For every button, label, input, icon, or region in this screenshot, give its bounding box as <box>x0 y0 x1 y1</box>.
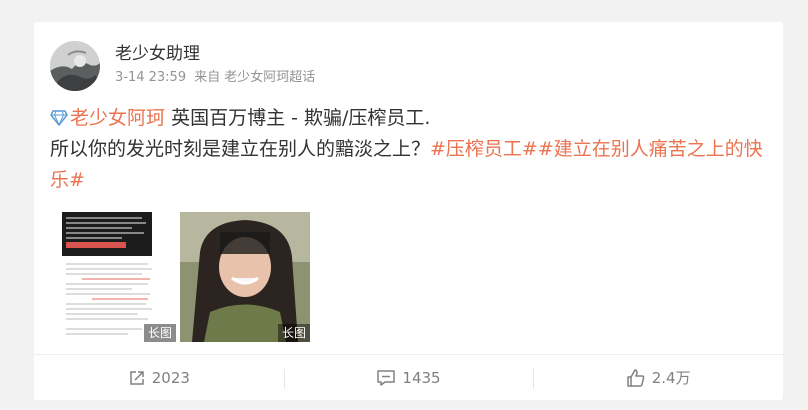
comment-count: 1435 <box>402 368 441 387</box>
post-image-2[interactable]: 长图 <box>180 212 310 342</box>
content-text-2: 所以你的发光时刻是建立在别人的黯淡之上？ <box>50 138 431 160</box>
weibo-post-card: 老少女助理 3-14 23:59 来自 老少女阿珂超话 老少女阿珂 英国百万博主 … <box>34 22 783 400</box>
long-image-badge: 长图 <box>277 324 310 342</box>
forward-button[interactable]: 2023 <box>34 355 284 400</box>
like-count: 2.4万 <box>651 369 691 387</box>
thumbs-up-icon <box>627 368 645 387</box>
like-button[interactable]: 2.4万 <box>533 355 783 400</box>
topic-link[interactable]: 老少女阿珂 <box>70 107 165 129</box>
photo-thumbnail <box>180 212 310 342</box>
diamond-icon <box>50 110 68 126</box>
post-source[interactable]: 老少女阿珂超话 <box>224 70 315 85</box>
action-bar: 2023 1435 2.4万 <box>34 354 783 400</box>
long-image-thumbnail <box>62 212 152 335</box>
content-text-1: 英国百万博主 - 欺骗/压榨员工. <box>171 107 431 129</box>
hashtag-link[interactable]: #压榨员工# <box>430 138 538 160</box>
comment-button[interactable]: 1435 <box>283 355 534 400</box>
avatar-image <box>50 41 100 91</box>
author-name[interactable]: 老少女助理 <box>115 43 200 65</box>
forward-count: 2023 <box>151 368 190 387</box>
post-time[interactable]: 3-14 23:59 <box>115 70 186 85</box>
long-image-badge: 长图 <box>143 324 176 342</box>
source-prefix: 来自 <box>194 70 221 85</box>
forward-icon <box>129 370 144 385</box>
avatar[interactable] <box>50 41 100 91</box>
comment-icon <box>377 369 396 386</box>
post-content: 老少女阿珂 英国百万博主 - 欺骗/压榨员工. 所以你的发光时刻是建立在别人的黯… <box>50 103 770 196</box>
content-line-2: 所以你的发光时刻是建立在别人的黯淡之上？#压榨员工##建立在别人痛苦之上的快乐# <box>50 134 770 196</box>
post-image-1[interactable]: 长图 <box>62 212 176 342</box>
content-line-1: 老少女阿珂 英国百万博主 - 欺骗/压榨员工. <box>50 103 770 134</box>
post-meta: 3-14 23:59 来自 老少女阿珂超话 <box>115 69 319 87</box>
